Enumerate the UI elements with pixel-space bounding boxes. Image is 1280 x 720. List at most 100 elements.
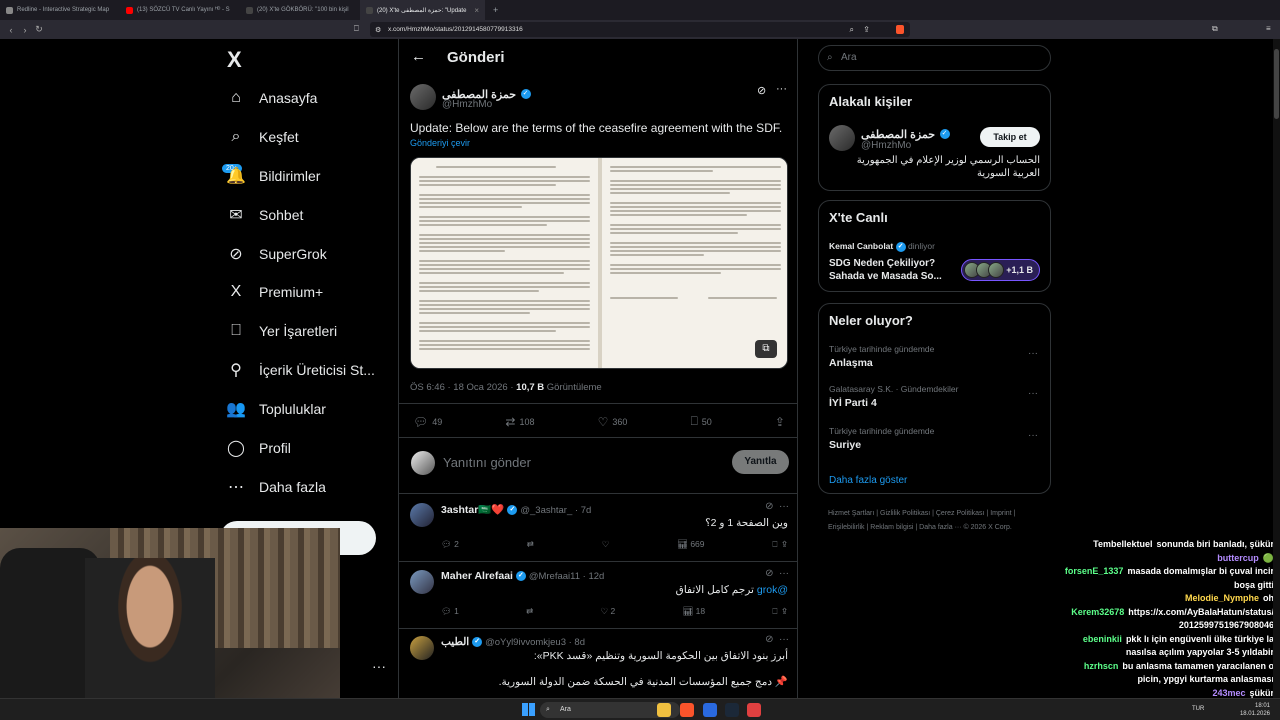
browser-tab-2[interactable]: (13) SÖZCÜ TV Canlı Yayını ᴴᴰ - S: [120, 0, 240, 20]
x-logo-icon[interactable]: X: [227, 47, 242, 73]
profile-icon: ◯: [227, 440, 245, 457]
zoom-icon[interactable]: ⌕: [850, 25, 854, 35]
grok-mention[interactable]: @grok: [757, 584, 788, 596]
reply-item[interactable]: 3ashtar🇸🇦❤️ ✓ @_3ashtar_ · 7d ⊘ ··· وين …: [399, 495, 797, 561]
back-arrow-icon[interactable]: ←: [411, 48, 426, 65]
app-icon[interactable]: [703, 703, 717, 717]
back-icon[interactable]: ‹: [4, 25, 18, 35]
nav-chat[interactable]: ✉ Sohbet: [224, 200, 303, 230]
account-more-icon[interactable]: ···: [372, 658, 386, 674]
reply-more-icon[interactable]: ⊘ ···: [765, 634, 789, 645]
trend-item[interactable]: Galatasaray S.K. · Gündemdekiler İYİ Par…: [829, 384, 1044, 409]
nav-notifications[interactable]: 🔔 Bildirimler: [224, 161, 320, 191]
nav-bookmarks[interactable]: ⎕ Yer İşaretleri: [224, 316, 337, 346]
share-button[interactable]: ⇪: [775, 414, 785, 429]
stream-chat: Tembellektuel sonunda biri banladı, şükür…: [1000, 538, 1280, 698]
brave-shield-icon[interactable]: [896, 25, 904, 34]
app-icon[interactable]: [747, 703, 761, 717]
more-icon[interactable]: ···: [1028, 348, 1038, 359]
browser-tab-1[interactable]: Redline - Interactive Strategic Map: [0, 0, 120, 20]
nav-label: Profil: [259, 440, 291, 456]
avatar[interactable]: [410, 84, 436, 110]
more-icon[interactable]: ···: [1028, 388, 1038, 399]
reply-text: أبرز بنود الاتفاق بين الحكومة السورية وت…: [533, 650, 788, 662]
file-explorer-icon[interactable]: [657, 703, 671, 717]
post-time[interactable]: ÖS 6:46 · 18 Oca 2026 ·: [410, 382, 516, 393]
share-icon[interactable]: ⇪: [863, 25, 870, 34]
forward-icon[interactable]: ›: [18, 25, 32, 35]
page-scrollbar[interactable]: [1273, 39, 1280, 698]
close-icon[interactable]: ×: [474, 6, 479, 15]
heart-icon[interactable]: ♡ 2: [601, 606, 616, 617]
language-indicator[interactable]: TUR: [1192, 706, 1204, 712]
reply-author[interactable]: Maher Alrefaai ✓ @Mrefaai11 · 12d: [441, 570, 604, 582]
related-handle[interactable]: @HmzhMo: [861, 140, 911, 151]
bookmark-share-icons[interactable]: ⎕ ⇪: [772, 606, 787, 617]
bookmark-button[interactable]: ⎕ 50: [691, 414, 712, 429]
repost-icon[interactable]: ⇄: [527, 539, 534, 550]
browser-tab-3[interactable]: (20) X'te GÖKBÖRÜ: "100 bin kişil: [240, 0, 360, 20]
more-icon[interactable]: ···: [1028, 430, 1038, 441]
avatar[interactable]: [410, 503, 434, 527]
avatar[interactable]: [410, 570, 434, 594]
footer-links[interactable]: Hizmet Şartları | Gizlilik Politikası | …: [828, 507, 1043, 535]
browser-tab-active[interactable]: (20) X'te حمزة المصطفى: "Update ×: [360, 0, 485, 20]
x-icon: [366, 6, 373, 14]
comment-icon: 💬︎: [413, 414, 429, 429]
scrollbar-thumb[interactable]: [1274, 49, 1279, 119]
comment-icon[interactable]: 💬︎ 2: [441, 539, 459, 550]
bookmark-page-icon[interactable]: ⎕: [354, 24, 359, 34]
reload-icon[interactable]: ↻: [32, 24, 46, 35]
translate-link[interactable]: Gönderiyi çevir: [410, 138, 470, 148]
reply-input[interactable]: Yanıtını gönder: [443, 455, 531, 470]
nav-supergrok[interactable]: ⊘ SuperGrok: [224, 239, 326, 269]
repost-button[interactable]: ⇄ 108: [505, 414, 534, 429]
reply-item[interactable]: Maher Alrefaai ✓ @Mrefaai11 · 12d ⊘ ··· …: [399, 562, 797, 628]
extensions-icon[interactable]: ⧉: [1212, 24, 1218, 34]
windows-start-icon[interactable]: [522, 703, 535, 716]
address-input[interactable]: ⚙ x.com/HmzhMo/status/201291458077991331…: [370, 22, 910, 37]
live-topic[interactable]: SDG Neden Çekiliyor? Sahada ve Masada So…: [829, 257, 949, 283]
trend-item[interactable]: Türkiye tarihinde gündemde Suriye ···: [829, 426, 1044, 451]
repost-icon[interactable]: ⇄: [526, 606, 533, 617]
post-image[interactable]: ⧉: [410, 157, 788, 369]
clock[interactable]: 18:01 18.01.2026: [1240, 702, 1270, 718]
steam-icon[interactable]: [725, 703, 739, 717]
avatar[interactable]: [410, 636, 434, 660]
search-input[interactable]: ⌕ Ara: [818, 45, 1051, 71]
menu-icon[interactable]: ≡: [1266, 24, 1271, 33]
follow-button[interactable]: Takip et: [980, 127, 1040, 147]
nav-communities[interactable]: 👥 Topluluklar: [224, 394, 326, 424]
show-more-link[interactable]: Daha fazla göster: [829, 475, 907, 486]
nav-home[interactable]: ⌂ Anasayfa: [224, 83, 317, 113]
site-info-icon[interactable]: ⚙: [375, 26, 381, 34]
nav-more[interactable]: ⋯ Daha fazla: [224, 472, 326, 502]
grok-icon[interactable]: ⊘: [757, 84, 766, 97]
nav-profile[interactable]: ◯ Profil: [224, 433, 291, 463]
alt-image-icon[interactable]: ⧉: [755, 340, 777, 358]
more-icon[interactable]: ···: [776, 83, 787, 95]
views-icon[interactable]: 📊︎ 18: [682, 606, 705, 617]
like-button[interactable]: ♡ 360: [598, 414, 628, 429]
nav-premium[interactable]: X Premium+: [224, 277, 324, 307]
reply-submit-button[interactable]: Yanıtla: [732, 450, 789, 474]
post-text: Update: Below are the terms of the cease…: [410, 121, 783, 135]
heart-icon[interactable]: ♡: [602, 539, 610, 550]
views-icon[interactable]: 📊︎ 669: [677, 539, 704, 550]
nav-explore[interactable]: ⌕ Keşfet: [224, 122, 299, 152]
reply-author[interactable]: 3ashtar🇸🇦❤️ ✓ @_3ashtar_ · 7d: [441, 503, 591, 516]
brave-browser-icon[interactable]: [680, 703, 694, 717]
nav-creator-studio[interactable]: ⚲ İçerik Üreticisi St...: [224, 355, 375, 385]
avatar[interactable]: [829, 125, 855, 151]
trend-item[interactable]: Türkiye tarihinde gündemde Anlaşma ···: [829, 344, 1044, 369]
comment-icon[interactable]: 💬︎ 1: [441, 606, 459, 617]
reply-button[interactable]: 💬︎ 49: [413, 414, 442, 429]
live-listeners[interactable]: +1,1 B: [961, 259, 1040, 281]
reply-author[interactable]: الطيب ✓ @oYyl9ivvomkjeu3 · 8d: [441, 636, 585, 648]
reply-more-icon[interactable]: ⊘ ···: [765, 501, 789, 512]
bookmark-share-icons[interactable]: ⎕ ⇪: [772, 539, 787, 550]
live-host[interactable]: Kemal Canbolat ✓ dinliyor: [829, 241, 935, 252]
author-handle[interactable]: @HmzhMo: [442, 99, 492, 110]
new-tab-icon[interactable]: +: [493, 5, 498, 15]
reply-more-icon[interactable]: ⊘ ···: [765, 568, 789, 579]
